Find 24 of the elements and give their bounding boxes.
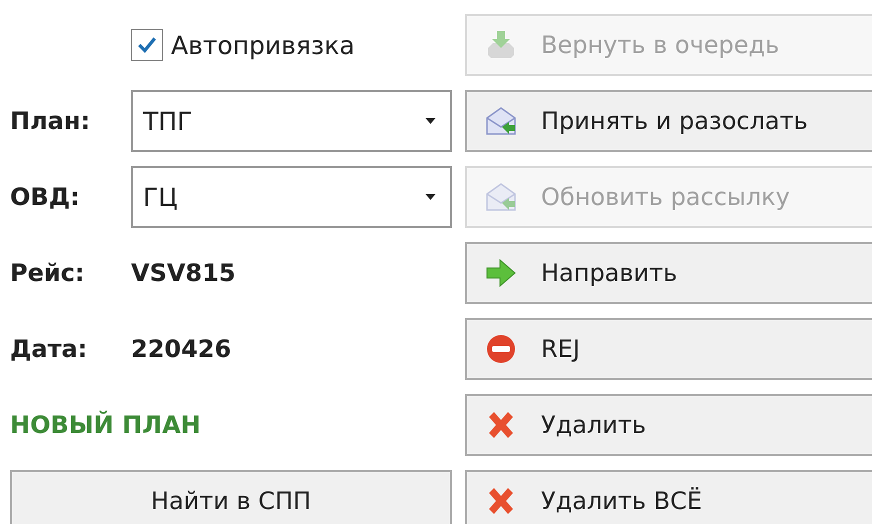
caret-icon bbox=[425, 194, 436, 200]
right-arrow-icon bbox=[485, 257, 517, 289]
find-button[interactable]: Найти в СПП bbox=[10, 470, 452, 524]
field-label: План: bbox=[10, 107, 92, 135]
plan-status: НОВЫЙ ПЛАН bbox=[10, 411, 201, 439]
field-label: Дата: bbox=[10, 335, 88, 363]
action-button[interactable]: Удалить ВСЁ bbox=[465, 470, 872, 524]
plan-dropdown[interactable]: ТПГ bbox=[131, 90, 452, 152]
action-button[interactable]: REJ bbox=[465, 318, 872, 380]
caret-icon bbox=[425, 118, 436, 124]
stop-icon bbox=[485, 333, 517, 365]
field-label: Рейс: bbox=[10, 259, 86, 287]
flight-value: VSV815 bbox=[131, 259, 237, 287]
ovd-dropdown[interactable]: ГЦ bbox=[131, 166, 452, 228]
envelope-icon bbox=[485, 105, 517, 137]
field-label: ОВД: bbox=[10, 183, 81, 211]
checkbox-label: Автопривязка bbox=[171, 30, 355, 60]
action-button[interactable]: Направить bbox=[465, 242, 872, 304]
action-button[interactable]: Удалить bbox=[465, 394, 872, 456]
date-value: 220426 bbox=[131, 335, 232, 363]
checkbox[interactable] bbox=[131, 29, 163, 61]
envelope-icon bbox=[485, 181, 517, 213]
action-button[interactable]: Принять и разослать bbox=[465, 90, 872, 152]
download-tray-icon bbox=[485, 29, 517, 61]
